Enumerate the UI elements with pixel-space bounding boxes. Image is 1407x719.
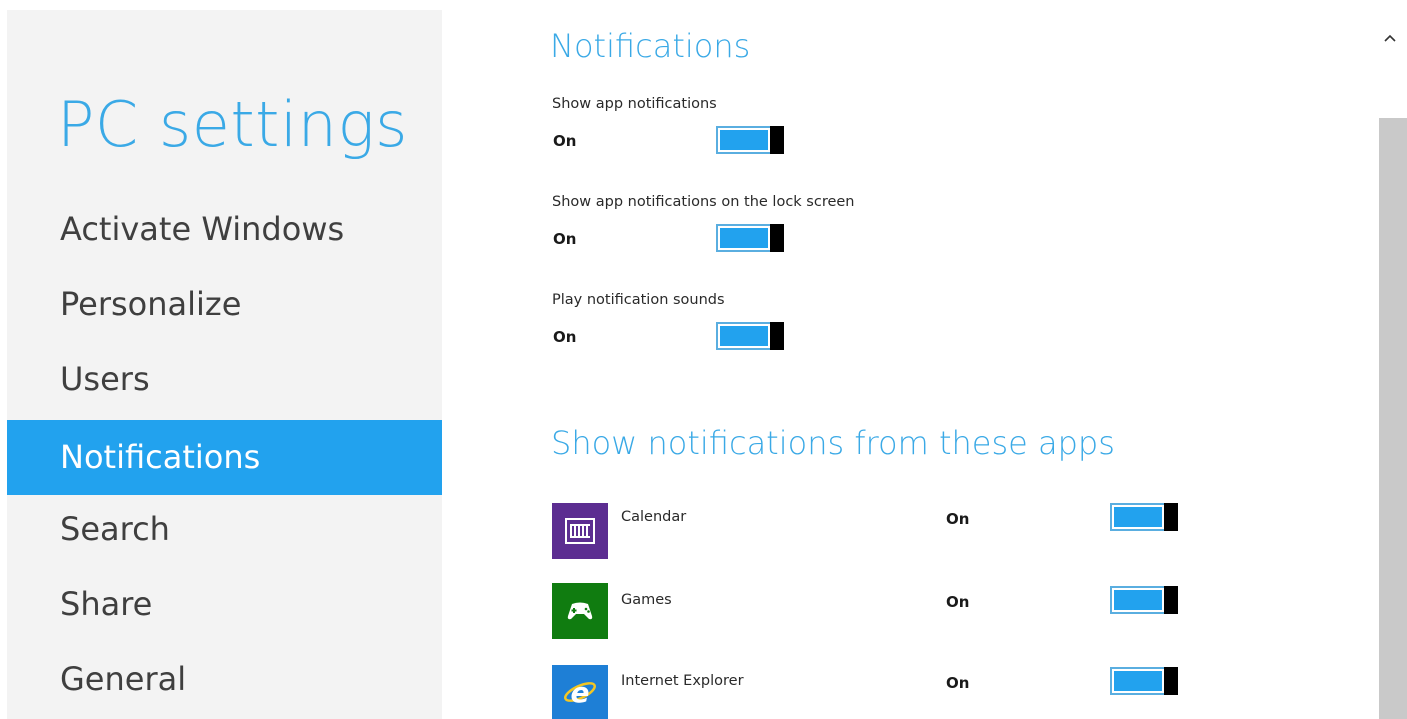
section-title-notifications: Notifications: [550, 27, 751, 65]
pc-settings-window: PC settings Activate Windows Personalize…: [0, 0, 1407, 719]
toggle-thumb: [1164, 586, 1178, 614]
toggle-notification-sounds[interactable]: [716, 322, 784, 350]
calendar-icon: [552, 503, 608, 559]
toggle-calendar[interactable]: [1110, 503, 1178, 531]
page-title: PC settings: [57, 88, 408, 161]
toggle-fill: [1114, 590, 1162, 610]
toggle-fill: [1114, 671, 1162, 691]
toggle-fill: [720, 228, 768, 248]
setting-state-show-app-notifications: On: [553, 132, 577, 150]
toggle-games[interactable]: [1110, 586, 1178, 614]
nav-item-activate-windows[interactable]: Activate Windows: [7, 192, 442, 267]
nav-item-personalize[interactable]: Personalize: [7, 267, 442, 342]
nav-item-notifications[interactable]: Notifications: [7, 420, 442, 495]
toggle-fill: [720, 130, 768, 150]
internet-explorer-icon: e: [552, 665, 608, 719]
app-name-internet-explorer: Internet Explorer: [621, 673, 744, 689]
setting-label-show-app-notifications: Show app notifications: [552, 96, 717, 112]
toggle-lock-screen-notifications[interactable]: [716, 224, 784, 252]
toggle-show-app-notifications[interactable]: [716, 126, 784, 154]
app-name-calendar: Calendar: [621, 509, 687, 525]
nav-pane: PC settings Activate Windows Personalize…: [7, 10, 442, 719]
toggle-thumb: [770, 224, 784, 252]
toggle-thumb: [770, 322, 784, 350]
app-state-calendar: On: [946, 510, 970, 528]
internet-explorer-glyph: e: [564, 676, 596, 709]
svg-text:e: e: [571, 676, 590, 709]
app-state-internet-explorer: On: [946, 674, 970, 692]
setting-label-notification-sounds: Play notification sounds: [552, 292, 725, 308]
app-state-games: On: [946, 593, 970, 611]
setting-state-notification-sounds: On: [553, 328, 577, 346]
game-controller-glyph: [567, 602, 593, 620]
nav-item-users[interactable]: Users: [7, 342, 442, 417]
toggle-thumb: [1164, 503, 1178, 531]
game-controller-icon: [552, 583, 608, 639]
calendar-glyph: [565, 518, 595, 544]
chevron-up-glyph: [1384, 34, 1396, 42]
scrollbar-thumb[interactable]: [1379, 118, 1407, 719]
setting-label-lock-screen-notifications: Show app notifications on the lock scree…: [552, 194, 855, 210]
toggle-thumb: [1164, 667, 1178, 695]
setting-state-lock-screen-notifications: On: [553, 230, 577, 248]
nav-item-share[interactable]: Share: [7, 567, 442, 642]
content-pane: Notifications Show app notifications On …: [442, 0, 1377, 719]
nav-item-search[interactable]: Search: [7, 492, 442, 567]
app-name-games: Games: [621, 592, 672, 608]
toggle-fill: [720, 326, 768, 346]
section-title-apps: Show notifications from these apps: [551, 424, 1115, 462]
toggle-fill: [1114, 507, 1162, 527]
chevron-up-icon[interactable]: [1380, 28, 1400, 48]
toggle-internet-explorer[interactable]: [1110, 667, 1178, 695]
toggle-thumb: [770, 126, 784, 154]
nav-item-general[interactable]: General: [7, 642, 442, 717]
